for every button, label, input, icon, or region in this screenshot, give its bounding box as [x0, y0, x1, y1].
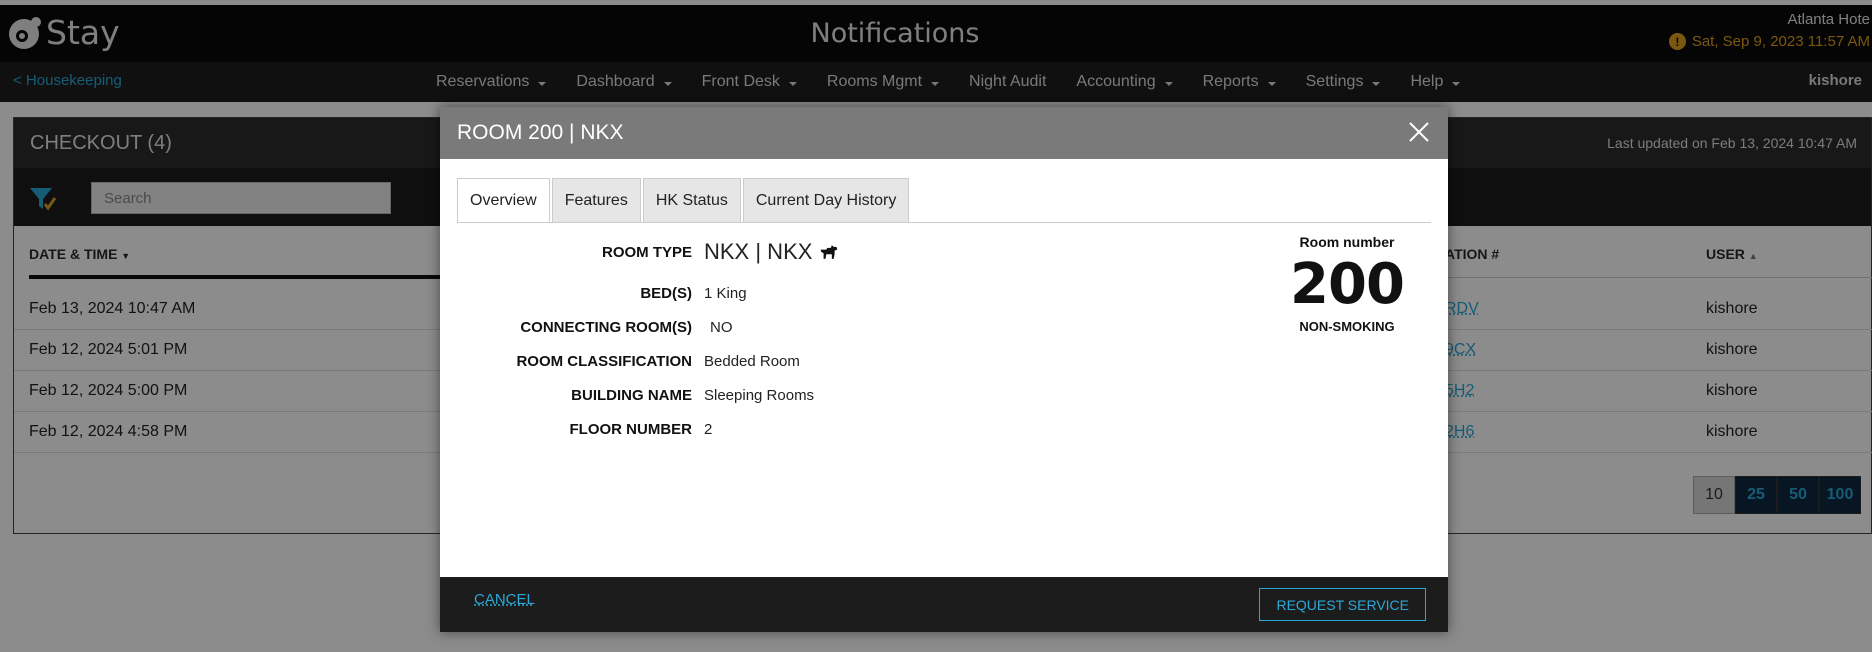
modal-title: ROOM 200 | NKX [457, 121, 624, 144]
field-value: 2 [704, 421, 712, 438]
field-label: ROOM TYPE [440, 244, 692, 261]
room-number: 200 [1287, 252, 1407, 317]
field-label: BUILDING NAME [440, 387, 692, 404]
room-number-label: Room number [1287, 234, 1407, 250]
modal-header: ROOM 200 | NKX [440, 107, 1448, 159]
field-room-classification: ROOM CLASSIFICATION Bedded Room [440, 350, 1140, 374]
field-building-name: BUILDING NAME Sleeping Rooms [440, 384, 1140, 408]
field-beds: BED(S) 1 King [440, 282, 1140, 306]
modal-footer: CANCEL REQUEST SERVICE [440, 577, 1448, 632]
tab-current-day-history[interactable]: Current Day History [743, 178, 909, 223]
field-value: NKX | NKX [704, 239, 841, 265]
field-value: Bedded Room [704, 353, 800, 370]
field-value: NO [710, 319, 733, 336]
tab-divider [457, 222, 1431, 223]
field-label: ROOM CLASSIFICATION [440, 353, 692, 370]
field-value: Sleeping Rooms [704, 387, 814, 404]
field-floor-number: FLOOR NUMBER 2 [440, 418, 1140, 442]
tab-hk-status[interactable]: HK Status [643, 178, 741, 223]
field-label: FLOOR NUMBER [440, 421, 692, 438]
field-value: 1 King [704, 285, 747, 302]
cancel-button[interactable]: CANCEL [474, 591, 535, 608]
modal-tabs: Overview Features HK Status Current Day … [457, 178, 911, 223]
request-service-button[interactable]: REQUEST SERVICE [1259, 588, 1426, 621]
close-icon[interactable] [1408, 121, 1430, 143]
pet-friendly-icon [819, 242, 841, 261]
field-connecting-rooms: CONNECTING ROOM(S) NO [440, 316, 1140, 340]
field-label: BED(S) [440, 285, 692, 302]
room-number-card: Room number 200 NON-SMOKING [1287, 234, 1407, 334]
tab-overview[interactable]: Overview [457, 178, 550, 223]
field-label: CONNECTING ROOM(S) [440, 319, 692, 336]
field-room-type: ROOM TYPE NKX | NKX [440, 241, 1140, 265]
room-type-value: NKX | NKX [704, 239, 812, 264]
room-details-modal: ROOM 200 | NKX Overview Features HK Stat… [440, 107, 1448, 632]
smoking-status: NON-SMOKING [1287, 319, 1407, 334]
tab-features[interactable]: Features [552, 178, 641, 223]
